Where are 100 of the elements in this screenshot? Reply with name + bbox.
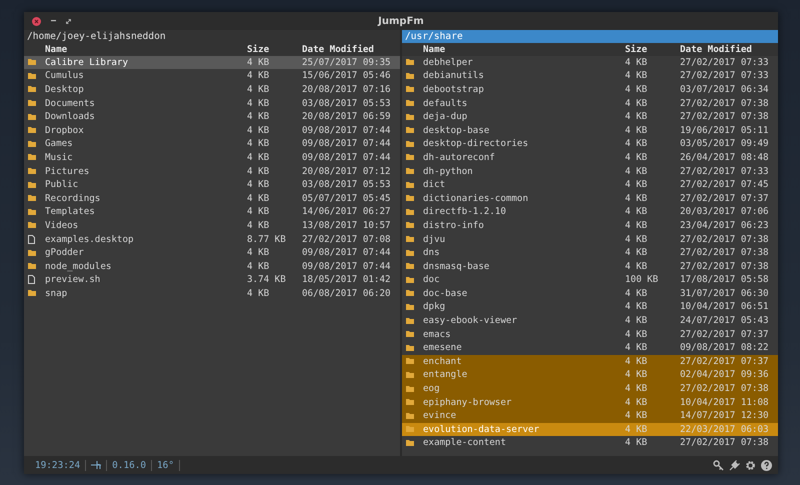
column-header[interactable]: Date Modified [680, 44, 774, 55]
file-size: 4 KB [247, 206, 270, 218]
file-row[interactable]: djvu 4 KB 27/02/2017 07:38 [402, 232, 778, 246]
file-row[interactable]: examples.desktop 8.77 KB 27/02/2017 07:08 [24, 232, 400, 246]
file-row[interactable]: Downloads 4 KB 20/08/2017 06:59 [24, 110, 400, 124]
file-size: 4 KB [247, 56, 270, 68]
column-header[interactable]: Date Modified [302, 44, 396, 55]
file-date: 27/02/2017 07:33 [680, 56, 770, 68]
file-date: 14/06/2017 06:27 [302, 206, 392, 218]
column-header[interactable]: Name [423, 44, 625, 55]
file-row[interactable]: Dropbox 4 KB 09/08/2017 07:44 [24, 123, 400, 138]
file-row[interactable]: example-content 4 KB 27/02/2017 07:38 [402, 436, 778, 450]
file-row[interactable]: Desktop 4 KB 20/08/2017 07:16 [24, 82, 400, 96]
file-date: 20/08/2017 07:16 [302, 84, 392, 95]
file-row[interactable]: dict 4 KB 27/02/2017 07:45 [402, 178, 778, 192]
file-row[interactable]: Cumulus 4 KB 15/06/2017 05:46 [24, 69, 400, 83]
file-name: debhelper [423, 56, 474, 68]
file-date: 09/08/2017 07:44 [302, 152, 392, 163]
column-header[interactable]: Name [45, 44, 247, 55]
file-name: Cumulus [45, 70, 85, 82]
clock: 19:23:24 [30, 460, 86, 470]
file-date: 27/02/2017 07:37 [680, 356, 770, 367]
file-row[interactable]: Calibre Library 4 KB 25/07/2017 09:35 [24, 56, 400, 70]
path-bar[interactable]: /home/joey-elijahsneddon [24, 30, 400, 43]
file-name: distro-info [423, 220, 485, 231]
file-date: 27/02/2017 07:37 [680, 192, 770, 204]
file-row[interactable]: Public 4 KB 03/08/2017 05:53 [24, 178, 400, 192]
file-row[interactable]: evince 4 KB 14/07/2017 12:30 [402, 408, 778, 423]
file-date: 27/02/2017 07:38 [680, 260, 770, 272]
file-row[interactable]: desktop-directories 4 KB 03/05/2017 09:49 [402, 137, 778, 151]
file-row[interactable]: preview.sh 3.74 KB 18/05/2017 01:42 [24, 273, 400, 287]
file-row[interactable]: easy-ebook-viewer 4 KB 24/07/2017 05:43 [402, 314, 778, 328]
file-date: 27/02/2017 07:38 [680, 234, 770, 245]
file-row[interactable]: dictionaries-common 4 KB 27/02/2017 07:37 [402, 191, 778, 206]
file-row[interactable]: emacs 4 KB 27/02/2017 07:37 [402, 327, 778, 341]
file-row[interactable]: snap 4 KB 06/08/2017 06:20 [24, 286, 400, 300]
file-name: Templates [45, 206, 96, 218]
file-name: Videos [45, 220, 80, 231]
file-row[interactable]: Documents 4 KB 03/08/2017 05:53 [24, 96, 400, 110]
file-size: 4 KB [625, 260, 648, 272]
minimize-icon[interactable] [51, 20, 56, 22]
file-date: 20/03/2017 07:06 [680, 206, 770, 218]
file-row[interactable]: distro-info 4 KB 23/04/2017 06:23 [402, 218, 778, 232]
plug-icon[interactable] [729, 460, 740, 470]
file-row[interactable]: deja-dup 4 KB 27/02/2017 07:38 [402, 110, 778, 124]
file-date: 06/08/2017 06:20 [302, 288, 392, 299]
file-row[interactable]: Videos 4 KB 13/08/2017 10:57 [24, 218, 400, 232]
column-header[interactable]: Size [625, 44, 680, 55]
file-row[interactable]: Games 4 KB 09/08/2017 07:44 [24, 137, 400, 151]
file-row[interactable]: dh-python 4 KB 27/02/2017 07:33 [402, 164, 778, 178]
file-row[interactable]: dnsmasq-base 4 KB 27/02/2017 07:38 [402, 259, 778, 273]
file-row[interactable]: Music 4 KB 09/08/2017 07:44 [24, 150, 400, 164]
file-name: dnsmasq-base [423, 260, 490, 272]
file-name: debianutils [423, 70, 485, 82]
help-icon[interactable] [761, 460, 772, 470]
version-label: 0.16.0 [106, 460, 152, 470]
file-size: 4 KB [625, 369, 648, 380]
file-size: 100 KB [625, 274, 660, 286]
file-date: 26/04/2017 08:48 [680, 152, 770, 163]
file-date: 14/07/2017 12:30 [680, 410, 770, 422]
column-header[interactable]: Size [247, 44, 302, 55]
file-size: 4 KB [625, 315, 648, 326]
file-date: 27/02/2017 07:38 [680, 437, 770, 448]
file-name: emacs [423, 328, 452, 340]
path-bar[interactable]: /usr/share [402, 30, 778, 43]
file-row[interactable]: debhelper 4 KB 27/02/2017 07:33 [402, 56, 778, 70]
file-name: dns [423, 247, 441, 258]
file-row[interactable]: debootstrap 4 KB 03/07/2017 06:34 [402, 82, 778, 96]
file-row[interactable]: doc-base 4 KB 31/07/2017 06:30 [402, 286, 778, 300]
key-icon[interactable] [713, 460, 724, 470]
file-row[interactable]: emesene 4 KB 09/08/2017 08:22 [402, 340, 778, 355]
file-row[interactable]: enchant 4 KB 27/02/2017 07:37 [402, 354, 778, 368]
file-row[interactable]: gPodder 4 KB 09/08/2017 07:44 [24, 246, 400, 260]
file-row[interactable]: Recordings 4 KB 05/07/2017 05:45 [24, 191, 400, 206]
file-row[interactable]: epiphany-browser 4 KB 10/04/2017 11:08 [402, 395, 778, 409]
file-name: evince [423, 410, 458, 422]
file-row[interactable]: debianutils 4 KB 27/02/2017 07:33 [402, 69, 778, 83]
file-row[interactable]: Templates 4 KB 14/06/2017 06:27 [24, 205, 400, 219]
file-name: eog [423, 383, 441, 394]
file-row[interactable]: dpkg 4 KB 10/04/2017 06:51 [402, 300, 778, 314]
file-row[interactable]: directfb-1.2.10 4 KB 20/03/2017 07:06 [402, 205, 778, 219]
close-icon[interactable] [32, 16, 41, 26]
file-row[interactable]: dns 4 KB 27/02/2017 07:38 [402, 246, 778, 260]
file-size: 4 KB [625, 166, 648, 177]
file-name: dh-python [423, 166, 474, 177]
file-row[interactable]: dh-autoreconf 4 KB 26/04/2017 08:48 [402, 150, 778, 164]
file-date: 23/04/2017 06:23 [680, 220, 770, 231]
file-row[interactable]: entangle 4 KB 02/04/2017 09:36 [402, 368, 778, 382]
settings-icon[interactable] [745, 460, 756, 470]
file-row[interactable]: Pictures 4 KB 20/08/2017 07:12 [24, 164, 400, 178]
file-date: 03/07/2017 06:34 [680, 84, 770, 95]
file-row[interactable]: desktop-base 4 KB 19/06/2017 05:11 [402, 123, 778, 138]
file-name: deja-dup [423, 111, 468, 122]
file-row[interactable]: node_modules 4 KB 09/08/2017 07:44 [24, 259, 400, 273]
file-row[interactable]: defaults 4 KB 27/02/2017 07:38 [402, 96, 778, 110]
file-row[interactable]: eog 4 KB 27/02/2017 07:38 [402, 382, 778, 396]
file-name: Dropbox [45, 124, 85, 136]
file-name: defaults [423, 98, 468, 109]
maximize-icon[interactable] [66, 18, 71, 24]
file-row[interactable]: doc 100 KB 17/08/2017 05:58 [402, 273, 778, 287]
